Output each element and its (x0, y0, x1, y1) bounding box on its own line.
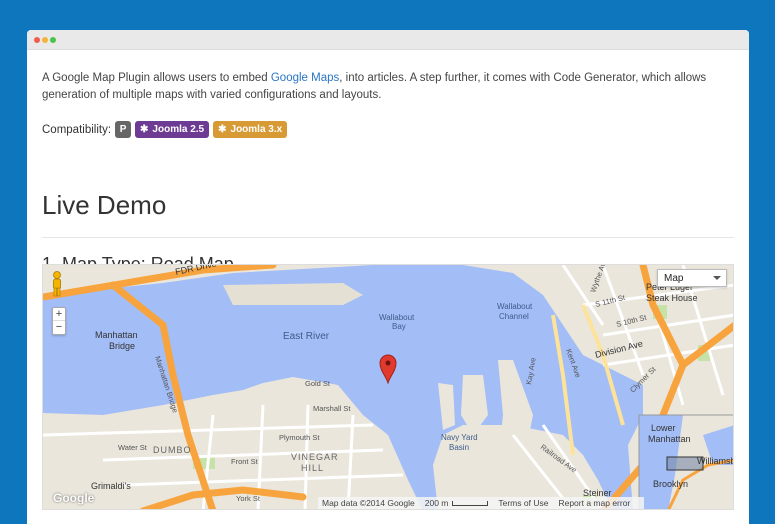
label-plymouth-st: Plymouth St (279, 433, 320, 442)
label-navy-yard-basin: Navy Yard (441, 433, 478, 442)
label-williamsburg: Williamsbu (697, 456, 734, 466)
label-vinegar-hill-2: HILL (301, 463, 324, 473)
map-type-value: Map (664, 273, 684, 284)
window-titlebar (27, 30, 749, 50)
chevron-down-icon (713, 276, 721, 280)
badge-joomla-25-label: Joomla 2.5 (152, 124, 205, 135)
label-wallabout-channel: Wallabout (497, 302, 533, 311)
live-demo-heading: Live Demo (42, 190, 167, 220)
compatibility-label: Compatibility: (42, 123, 112, 136)
label-grimaldis: Grimaldi's (91, 481, 131, 491)
map-attribution: Map data ©2014 Google 200 m Terms of Use… (318, 497, 645, 509)
google-maps-link[interactable]: Google Maps (271, 72, 339, 84)
label-wallabout-bay-2: Bay (392, 322, 406, 331)
joomla-icon: ✱ (140, 124, 149, 135)
zoom-out-button[interactable]: − (53, 321, 65, 334)
intro-text: A Google Map Plugin allows users to embe… (42, 72, 271, 84)
intro-paragraph: A Google Map Plugin allows users to embe… (42, 70, 722, 104)
zoom-control: + − (52, 307, 66, 335)
zoom-in-button[interactable]: + (53, 308, 65, 321)
label-lower-manhattan: Lower (651, 423, 676, 433)
map-canvas[interactable]: FDR Drive East River Wallabout Bay Walla… (43, 265, 734, 510)
map-marker-icon[interactable] (379, 354, 397, 384)
label-manhattan-bridge-2: Bridge (109, 341, 135, 351)
report-map-error-link[interactable]: Report a map error (558, 498, 630, 508)
label-wallabout-bay: Wallabout (379, 313, 415, 322)
label-peter-luger-2: Steak House (646, 293, 698, 303)
browser-window: A Google Map Plugin allows users to embe… (27, 30, 749, 524)
minimize-window-dot[interactable] (42, 37, 48, 43)
badge-joomla-25: ✱ Joomla 2.5 (135, 121, 210, 138)
compatibility-row: Compatibility: P ✱ Joomla 2.5 ✱ Joomla 3.x (42, 121, 288, 138)
divider (42, 237, 734, 238)
badge-p: P (115, 121, 132, 138)
overview-map[interactable]: Lower Manhattan Williamsbu Brooklyn (638, 414, 734, 510)
label-manhattan-bridge: Manhattan (95, 330, 138, 340)
badge-joomla-3x: ✱ Joomla 3.x (213, 121, 288, 138)
street-view-pegman-icon[interactable] (49, 271, 65, 297)
google-logo: Google (53, 491, 95, 505)
maximize-window-dot[interactable] (50, 37, 56, 43)
label-gold-st: Gold St (305, 379, 331, 388)
terms-of-use-link[interactable]: Terms of Use (498, 498, 548, 508)
label-water-st: Water St (118, 443, 148, 452)
close-window-dot[interactable] (34, 37, 40, 43)
badge-joomla-3x-label: Joomla 3.x (230, 124, 283, 135)
label-york-st: York St (236, 494, 261, 503)
map-type-select[interactable]: Map (657, 269, 727, 287)
label-dumbo: DUMBO (153, 445, 192, 455)
label-wallabout-channel-2: Channel (499, 312, 529, 321)
label-navy-yard-basin-2: Basin (449, 443, 469, 452)
label-east-river: East River (283, 331, 330, 342)
label-brooklyn: Brooklyn (653, 479, 688, 489)
label-marshall-st: Marshall St (313, 404, 351, 413)
label-front-st: Front St (231, 457, 259, 466)
joomla-icon: ✱ (218, 124, 227, 135)
scale-label: 200 m (424, 498, 449, 508)
label-lower-manhattan-2: Manhattan (648, 434, 691, 444)
map-data-text: Map data ©2014 Google (322, 498, 415, 508)
label-vinegar-hill: VINEGAR (291, 452, 339, 462)
road-map[interactable]: FDR Drive East River Wallabout Bay Walla… (42, 264, 734, 510)
scale-bar (452, 500, 489, 506)
